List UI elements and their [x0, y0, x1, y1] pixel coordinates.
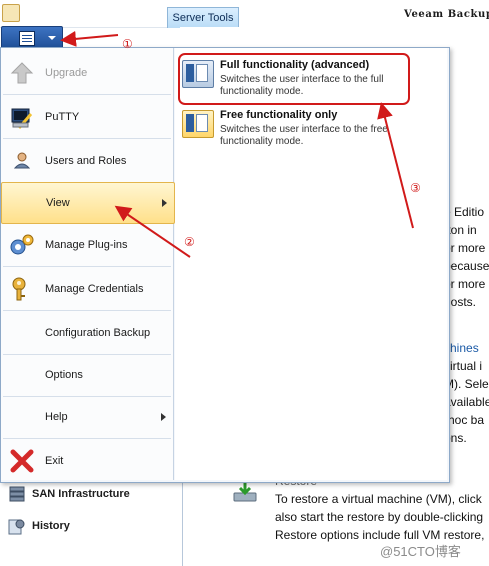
view-submenu: Full functionality (advanced) Switches t…: [175, 48, 447, 480]
upgrade-arrow-icon: [9, 60, 35, 86]
text-line: M). Sele: [444, 377, 489, 391]
annotation-arrow-1: [60, 30, 119, 47]
menu-item-label: Exit: [45, 455, 64, 467]
exit-x-icon: [9, 448, 35, 474]
menu-item-exit[interactable]: Exit: [1, 440, 173, 482]
menu-item-users-and-roles[interactable]: Users and Roles: [1, 140, 173, 182]
option-title: Free functionality only: [220, 109, 338, 121]
free-ui-mode-icon: [182, 110, 214, 138]
chevron-right-icon: [162, 199, 167, 207]
putty-terminal-icon: [9, 104, 35, 130]
nav-item-history[interactable]: History: [8, 516, 70, 536]
application-menu: Upgrade PuTTY Users and Roles View Manag…: [0, 47, 450, 483]
menu-item-configuration-backup[interactable]: Configuration Backup: [1, 312, 173, 354]
application-icon: [2, 4, 20, 22]
text-line: or more: [444, 241, 486, 255]
menu-list-icon: [19, 31, 35, 46]
menu-separator: [3, 310, 171, 311]
restore-text-line: To restore a virtual machine (VM), click: [275, 492, 482, 506]
option-description: Switches the user interface to the full …: [220, 74, 384, 97]
restore-text-line: also start the restore by double-clickin…: [275, 510, 484, 524]
option-description: Switches the user interface to the free …: [220, 124, 388, 147]
chevron-down-icon: [48, 36, 56, 40]
menu-item-label: View: [46, 197, 70, 209]
menu-item-putty[interactable]: PuTTY: [1, 96, 173, 138]
option-title: Full functionality (advanced): [220, 59, 370, 71]
menu-item-upgrade[interactable]: Upgrade: [1, 52, 173, 94]
menu-items-column: Upgrade PuTTY Users and Roles View Manag…: [1, 48, 175, 482]
menu-item-manage-credentials[interactable]: Manage Credentials: [1, 268, 173, 310]
menu-item-help[interactable]: Help: [1, 396, 173, 438]
menu-item-label: Users and Roles: [45, 155, 127, 167]
users-icon: [9, 148, 35, 174]
watermark: @51CTO博客: [380, 544, 461, 559]
menu-separator: [3, 94, 171, 95]
menu-item-label: PuTTY: [45, 111, 80, 123]
text-line: e Editio: [444, 205, 485, 219]
chevron-right-icon: [161, 413, 166, 421]
menu-item-label: Manage Credentials: [45, 283, 144, 295]
menu-item-label: Help: [45, 411, 68, 423]
menu-item-label: Options: [45, 369, 83, 381]
window-title: Veeam Backup: [404, 9, 489, 20]
key-icon: [9, 276, 35, 302]
full-ui-mode-icon: [182, 60, 214, 88]
text-line: because: [444, 259, 489, 273]
text-line: available: [444, 395, 489, 409]
nav-item-label: SAN Infrastructure: [32, 488, 130, 500]
menu-item-label: Upgrade: [45, 67, 88, 79]
option-free-functionality[interactable]: Free functionality only Switches the use…: [179, 104, 411, 147]
menu-separator: [3, 138, 171, 139]
text-line: or more: [444, 277, 486, 291]
left-navigation: SAN Infrastructure History: [0, 478, 183, 566]
text-line: -hoc ba: [444, 413, 485, 427]
san-storage-icon: [8, 485, 26, 503]
option-full-functionality[interactable]: Full functionality (advanced) Switches t…: [179, 54, 411, 97]
nav-item-label: History: [32, 520, 70, 532]
menu-item-view[interactable]: View: [1, 182, 175, 224]
menu-item-manage-plug-ins[interactable]: Manage Plug-ins: [1, 224, 173, 266]
menu-item-label: Manage Plug-ins: [45, 239, 128, 251]
nav-item-san-infrastructure[interactable]: SAN Infrastructure: [8, 484, 130, 504]
history-gear-icon: [8, 517, 26, 535]
tab-server-tools[interactable]: Server Tools: [167, 7, 239, 28]
menu-item-label: Configuration Backup: [45, 327, 151, 339]
plugins-gears-icon: [9, 232, 35, 258]
menu-item-options[interactable]: Options: [1, 354, 173, 396]
restore-icon: [232, 481, 258, 503]
menu-separator: [3, 266, 171, 267]
restore-text-line: Restore options include full VM restore,: [275, 528, 485, 542]
menu-separator: [3, 438, 171, 439]
